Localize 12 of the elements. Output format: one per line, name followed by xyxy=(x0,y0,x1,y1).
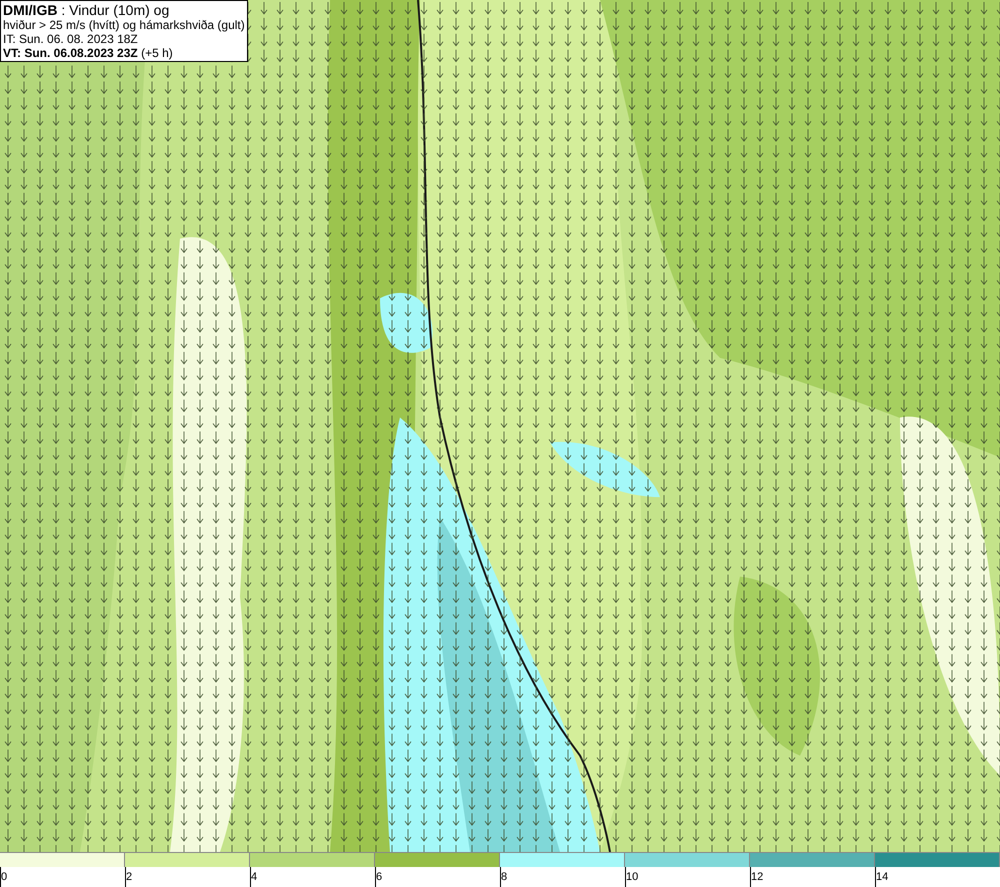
title-line: DMI/IGB : Vindur (10m) og xyxy=(3,2,170,18)
legend-tick-label: 10 xyxy=(626,870,640,885)
title-line: VT: Sun. 06.08.2023 23Z (+5 h) xyxy=(3,46,174,60)
legend-tick-label: 12 xyxy=(751,870,764,885)
title-line: hviður > 25 m/s (hvítt) og hámarkshviða (gult) xyxy=(3,18,245,32)
legend-tick-label: 14 xyxy=(876,870,890,885)
legend-tick-label: 6 xyxy=(376,870,384,885)
title-line: IT: Sun. 06. 08. 2023 18Z xyxy=(3,32,139,46)
legend-tick-label: 4 xyxy=(251,870,258,885)
legend-tick-label: 0 xyxy=(1,870,8,885)
legend-tick-label: 2 xyxy=(126,870,134,885)
legend-tick-label: 8 xyxy=(501,870,508,885)
